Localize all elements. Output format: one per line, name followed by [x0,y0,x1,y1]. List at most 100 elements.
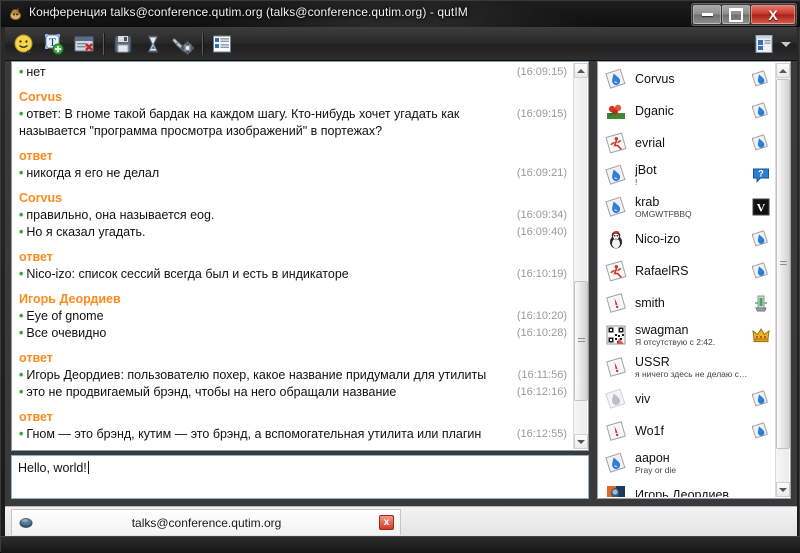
participant-texts: evrial [635,136,748,150]
participant-item[interactable]: USSRя ничего здесь не делаю с 31.0… [599,351,774,383]
message-bullet-icon: • [19,65,23,79]
message-nickname[interactable]: Corvus [19,86,567,106]
participant-item[interactable]: Dganic [599,95,774,127]
message-line: •нет(16:09:15) [19,64,567,81]
settings-button[interactable] [168,29,198,59]
message-timestamp: (16:09:21) [517,165,567,182]
text-format-icon: T [43,33,65,55]
message-nickname[interactable]: ответ [19,347,567,367]
participant-item[interactable]: swagmanЯ отсутствую с 2:42. [599,319,774,351]
layout-icon [753,33,775,55]
participant-status: ! [635,177,748,187]
minimize-button[interactable] [693,5,721,24]
participant-item[interactable]: Wo1f [599,415,774,447]
chat-scroll-down-button[interactable] [574,434,588,449]
message-text: Все очевидно [26,326,106,340]
client-drop-icon [752,134,770,152]
participant-item[interactable]: smith [599,287,774,319]
text-caret [88,461,89,474]
participant-item[interactable]: Corvus [599,63,774,95]
roster-scrollbar[interactable] [775,63,789,497]
tab-close-button[interactable]: x [379,515,394,530]
roster-scroll-thumb[interactable] [776,79,790,449]
roster-scroll-up-button[interactable] [776,63,790,78]
participant-texts: swagmanЯ отсутствую с 2:42. [635,323,748,347]
message-nickname[interactable]: ответ [19,406,567,426]
message-bullet-icon: • [19,368,23,382]
chat-scrollbar[interactable] [573,63,587,449]
message-nickname[interactable]: ответ [19,145,567,165]
message-line: •Nico-izo: список сессий всегда был и ес… [19,266,567,283]
participant-name: Corvus [635,72,748,86]
contact-list-icon [211,33,233,55]
hourglass-icon [142,33,164,55]
chat-scroll-up-button[interactable] [574,63,588,78]
message-timestamp: (16:10:19) [517,266,567,283]
crown-icon [752,326,770,344]
message-line: •никогда я его не делал(16:09:21) [19,165,567,182]
participant-item[interactable]: ааронPray or die [599,447,774,479]
layout-button[interactable] [749,29,779,59]
contact-list-button[interactable] [207,29,237,59]
participant-item[interactable]: viv [599,383,774,415]
message-line: •Игорь Деордиев: пользователю похер, как… [19,367,567,384]
message-group: ответ•Игорь Деордиев: пользователю похер… [13,346,573,405]
tab-conference[interactable]: talks@conference.qutim.org x [11,509,401,535]
message-bullet-icon: • [19,166,23,180]
participant-name: Nico-izo [635,232,748,246]
window-controls: X [691,3,797,26]
participant-item[interactable]: jBot!? [599,159,774,191]
maximize-button[interactable] [722,5,750,24]
save-button[interactable] [108,29,138,59]
text-format-button[interactable]: T [39,29,69,59]
participant-texts: RafaelRS [635,264,748,278]
participant-name: smith [635,296,748,310]
participant-item[interactable]: RafaelRS [599,255,774,287]
santa-penguin-icon [605,228,627,250]
message-line: •Гном — это брэнд, кутим — это брэнд, а … [19,426,567,449]
participant-list-items: CorvusDganicevrialjBot!?krabOMGWTFBBQVNi… [599,63,774,497]
tab-bar: talks@conference.qutim.org x [5,506,797,536]
vim-icon: V [752,198,770,216]
message-line: •Но я сказал угадать.(16:09:40) [19,224,567,241]
title-bar[interactable]: Конференция talks@conference.qutim.org (… [1,1,800,27]
participant-item[interactable]: Nico-izo [599,223,774,255]
history-button[interactable] [69,29,99,59]
participant-name: evrial [635,136,748,150]
message-timestamp: (16:10:28) [517,325,567,342]
message-text: правильно, она называется eog. [26,208,214,222]
participant-name: swagman [635,323,748,337]
participant-name: USSR [635,355,748,369]
participant-texts: jBot! [635,163,748,187]
main-content: •нет(16:09:15)Corvus•ответ: В гноме тако… [5,61,797,506]
message-nickname[interactable]: ответ [19,246,567,266]
participant-texts: krabOMGWTFBBQ [635,195,748,219]
message-text: Гном — это брэнд, кутим — это брэнд, а в… [19,427,481,449]
drop-blue-icon [605,196,627,218]
participant-item[interactable]: evrial [599,127,774,159]
participant-item[interactable]: Игорь Деордиев [599,479,774,497]
tab-label: talks@conference.qutim.org [34,516,379,530]
alert-card-icon [605,292,627,314]
participant-status: OMGWTFBBQ [635,209,748,219]
message-bullet-icon: • [19,208,23,222]
client-drop-icon [752,422,770,440]
message-bullet-icon: • [19,225,23,239]
roster-scroll-down-button[interactable] [776,482,790,497]
message-nickname[interactable]: Игорь Деордиев [19,288,567,308]
participant-name: RafaelRS [635,264,748,278]
close-button[interactable]: X [751,5,795,24]
message-input[interactable]: Hello, world! [11,455,589,499]
participant-list: CorvusDganicevrialjBot!?krabOMGWTFBBQVNi… [597,61,791,499]
save-icon [112,33,134,55]
chevron-down-icon[interactable] [781,42,791,47]
emoticon-button[interactable] [9,29,39,59]
message-nickname[interactable]: Corvus [19,187,567,207]
hourglass-button[interactable] [138,29,168,59]
message-text: Игорь Деордиев: пользователю похер, како… [26,368,486,382]
participant-status: Pray or die [635,465,748,475]
status-bar [1,536,800,553]
chat-scroll-thumb[interactable] [574,281,588,401]
participant-texts: ааронPray or die [635,451,748,475]
participant-item[interactable]: krabOMGWTFBBQV [599,191,774,223]
